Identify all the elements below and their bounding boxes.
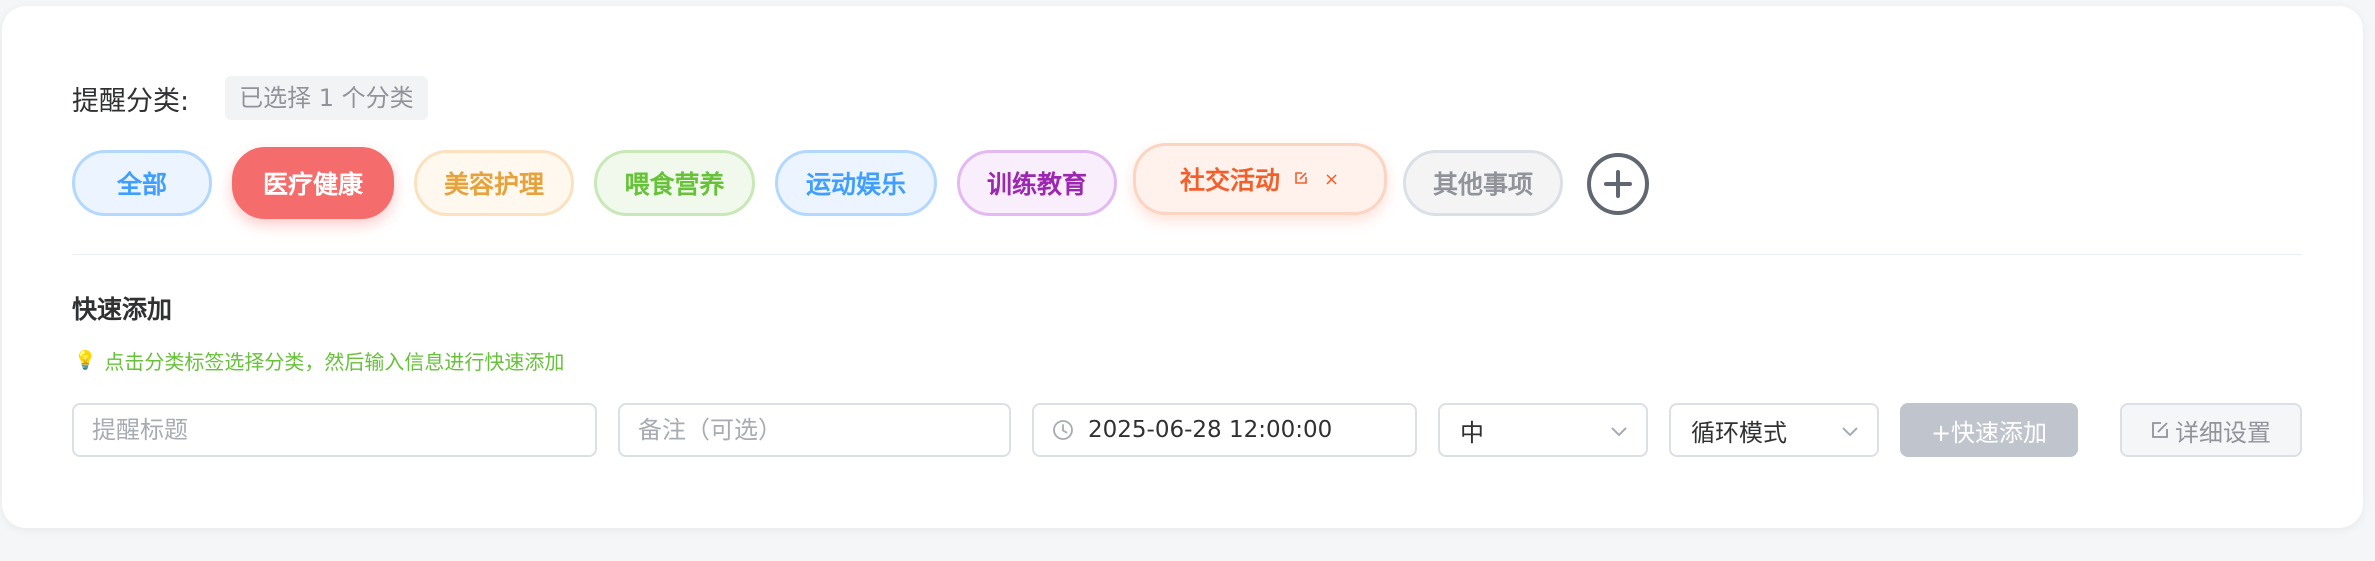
tag-feeding-nutrition[interactable]: 喂食营养 — [594, 150, 755, 216]
category-header: 提醒分类: 已选择 1 个分类 — [72, 76, 428, 120]
tip-text: 点击分类标签选择分类，然后输入信息进行快速添加 — [104, 350, 565, 374]
tag-label: 医疗健康 — [262, 170, 363, 199]
repeat-mode-select[interactable]: 循环模式 — [1669, 403, 1879, 457]
tag-sport-entertainment[interactable]: 运动娱乐 — [775, 150, 937, 216]
tag-label: 美容护理 — [443, 170, 544, 199]
title-field[interactable] — [72, 403, 597, 457]
tag-label: 其他事项 — [1432, 170, 1533, 199]
edit-icon[interactable] — [1294, 170, 1308, 189]
close-icon[interactable]: × — [1324, 169, 1339, 190]
priority-value: 中 — [1460, 418, 1484, 447]
tag-all[interactable]: 全部 — [72, 150, 212, 216]
divider — [72, 254, 2302, 255]
clock-icon — [1052, 419, 1074, 441]
chevron-down-icon — [1841, 416, 1859, 444]
note-field[interactable] — [618, 403, 1011, 457]
tag-medical-health[interactable]: 医疗健康 — [232, 147, 394, 219]
detail-settings-label: 详细设置 — [2175, 418, 2271, 447]
tag-label: 运动娱乐 — [805, 170, 906, 199]
tag-label: 社交活动 — [1180, 166, 1281, 195]
tag-beauty-care[interactable]: 美容护理 — [414, 150, 574, 216]
quick-add-title: 快速添加 — [72, 295, 173, 324]
tag-social-activity[interactable]: 社交活动 × — [1133, 143, 1387, 215]
datetime-value: 2025-06-28 12:00:00 — [1088, 417, 1333, 443]
chevron-down-icon — [1610, 416, 1628, 444]
tag-label: 训练教育 — [986, 170, 1087, 199]
priority-select[interactable]: 中 — [1438, 403, 1648, 457]
lightbulb-icon: 💡 — [74, 350, 97, 371]
tag-training-education[interactable]: 训练教育 — [957, 150, 1117, 216]
datetime-picker[interactable]: 2025-06-28 12:00:00 — [1032, 403, 1417, 457]
tag-other[interactable]: 其他事项 — [1403, 150, 1563, 216]
detail-settings-button[interactable]: 详细设置 — [2120, 403, 2302, 457]
title-input[interactable] — [74, 416, 595, 444]
selected-count-badge: 已选择 1 个分类 — [225, 76, 428, 120]
quick-add-tip: 💡 点击分类标签选择分类，然后输入信息进行快速添加 — [74, 346, 564, 375]
note-input[interactable] — [620, 416, 1009, 444]
quick-add-button[interactable]: +快速添加 — [1900, 403, 2078, 457]
category-label: 提醒分类: — [72, 85, 190, 117]
tag-label: 全部 — [116, 170, 167, 199]
tag-label: 喂食营养 — [624, 170, 725, 199]
plus-circle-icon[interactable] — [1587, 153, 1649, 215]
repeat-mode-value: 循环模式 — [1691, 418, 1787, 447]
edit-icon — [2151, 421, 2169, 439]
